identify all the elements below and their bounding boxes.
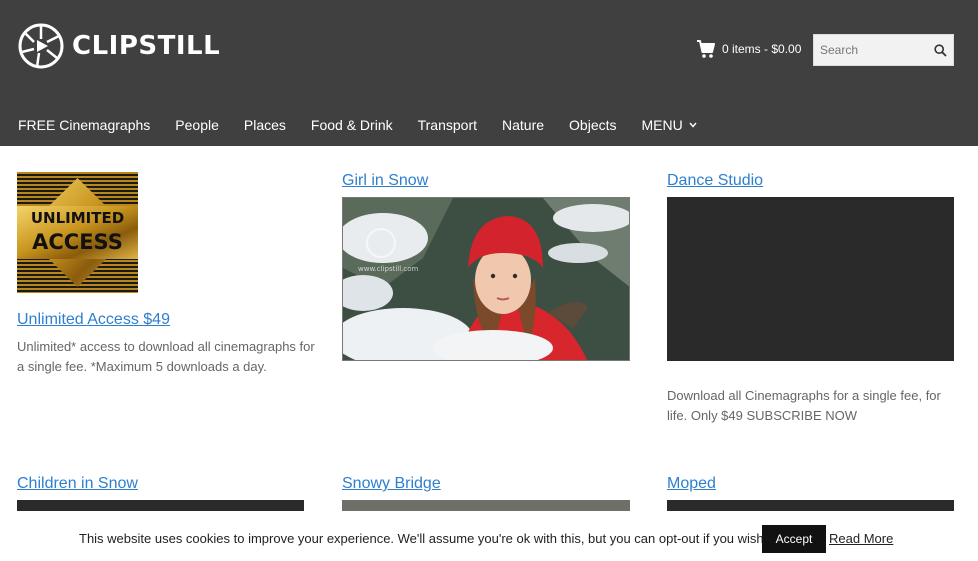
site-logo[interactable]: CLIPSTILL	[17, 22, 220, 70]
brand-name: CLIPSTILL	[72, 31, 221, 61]
product-title[interactable]: Dance Studio	[667, 172, 763, 190]
cart-icon	[697, 40, 715, 58]
product-card-dance-studio: Dance Studio	[667, 172, 763, 190]
nav-item-nature[interactable]: Nature	[502, 117, 544, 133]
unlimited-access-badge[interactable]: UNLIMITED ACCESS	[17, 172, 138, 293]
chevron-down-icon	[689, 122, 697, 128]
product-card-moped: Moped	[667, 475, 716, 493]
product-title[interactable]: Snowy Bridge	[342, 475, 441, 493]
product-title[interactable]: Girl in Snow	[342, 172, 428, 190]
logo-icon	[18, 23, 64, 69]
nav-item-people[interactable]: People	[175, 117, 219, 133]
moped-thumbnail[interactable]	[667, 500, 954, 511]
main-nav: FREE Cinemagraphs People Places Food & D…	[18, 117, 722, 133]
nav-item-free-cinemagraphs[interactable]: FREE Cinemagraphs	[18, 117, 150, 133]
product-card-unlimited-access: Unlimited Access $49	[17, 311, 170, 329]
girl-in-snow-thumbnail[interactable]: www.clipstill.com	[342, 197, 630, 361]
product-card-children-in-snow: Children in Snow	[17, 475, 138, 493]
search-icon[interactable]	[934, 44, 947, 57]
nav-item-transport[interactable]: Transport	[418, 117, 477, 133]
nav-item-objects[interactable]: Objects	[569, 117, 616, 133]
site-header: CLIPSTILL 0 items - $0.00 FREE Cinemagra…	[0, 0, 978, 146]
cookie-read-more-link[interactable]: Read More	[829, 531, 893, 546]
search-box	[813, 34, 954, 66]
nav-item-menu[interactable]: MENU	[642, 117, 697, 133]
cookie-accept-button[interactable]: Accept	[762, 525, 826, 553]
badge-line2: ACCESS	[32, 230, 123, 254]
product-card-girl-in-snow: Girl in Snow	[342, 172, 428, 190]
cookie-message: This website uses cookies to improve you…	[79, 531, 768, 546]
children-in-snow-thumbnail[interactable]	[17, 500, 304, 511]
dance-studio-thumbnail[interactable]	[667, 197, 954, 361]
product-card-snowy-bridge: Snowy Bridge	[342, 475, 441, 493]
product-description: Unlimited* access to download all cinema…	[17, 339, 315, 374]
search-input[interactable]	[814, 35, 926, 65]
nav-item-food-drink[interactable]: Food & Drink	[311, 117, 393, 133]
girl-in-snow-image: www.clipstill.com	[343, 198, 629, 360]
product-title[interactable]: Moped	[667, 475, 716, 493]
badge-line1: UNLIMITED	[31, 209, 124, 227]
menu-label: MENU	[641, 117, 683, 133]
cart-summary: 0 items - $0.00	[722, 42, 802, 56]
image-watermark: www.clipstill.com	[358, 265, 419, 273]
product-title[interactable]: Children in Snow	[17, 475, 138, 493]
product-description: Download all Cinemagraphs for a single f…	[667, 388, 941, 423]
product-title[interactable]: Unlimited Access $49	[17, 311, 170, 329]
snowy-bridge-thumbnail[interactable]	[342, 500, 630, 511]
cart-link[interactable]: 0 items - $0.00	[696, 39, 801, 59]
nav-item-places[interactable]: Places	[244, 117, 286, 133]
